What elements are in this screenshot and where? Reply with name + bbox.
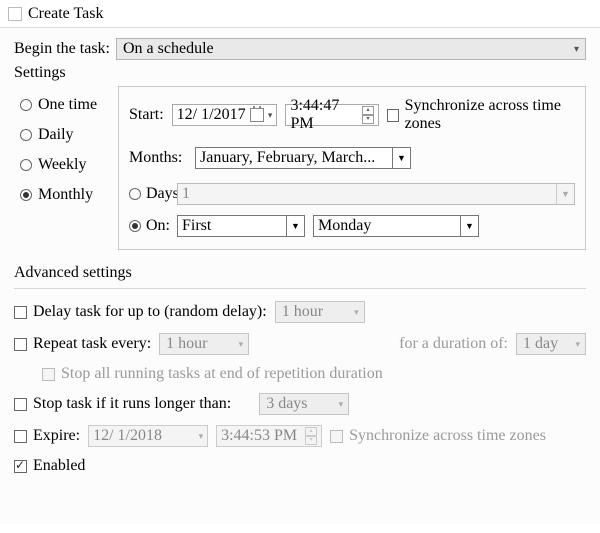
days-row: Days: 1 ▼ [129, 183, 575, 205]
begin-task-row: Begin the task: On a schedule [14, 38, 586, 60]
advanced-title: Advanced settings [14, 264, 586, 282]
expire-sync-checkbox: Synchronize across time zones [330, 427, 546, 445]
stop-if-row: Stop task if it runs longer than: 3 days [14, 393, 586, 415]
radio-days[interactable] [129, 188, 141, 200]
duration-label: for a duration of: [399, 335, 508, 353]
on-dayofweek-select[interactable]: Monday ▼ [313, 215, 479, 237]
expire-time-value: 3:44:53 PM [221, 427, 303, 445]
stop-all-checkbox: Stop all running tasks at end of repetit… [42, 365, 383, 383]
begin-task-label: Begin the task: [14, 40, 110, 58]
settings-title: Settings [14, 64, 586, 82]
app-icon [8, 7, 22, 21]
settings-detail-panel: Start: 12/ 1/2017 ▾ 3:44:47 PM ▴▾ Synchr… [118, 86, 586, 250]
sync-timezones-checkbox[interactable]: Synchronize across time zones [387, 97, 575, 133]
background-title: Create Task [28, 5, 103, 23]
repeat-row: Repeat task every: 1 hour for a duration… [14, 333, 586, 355]
chevron-down-icon: ▼ [556, 184, 574, 204]
radio-one-time[interactable]: One time [20, 96, 106, 114]
delay-checkbox[interactable]: Delay task for up to (random delay): [14, 303, 267, 321]
repeat-value-select: 1 hour [159, 333, 249, 355]
new-trigger-dialog: New Trigger × Begin the task: On a sched… [0, 0, 600, 533]
enabled-checkbox[interactable]: Enabled [14, 457, 85, 475]
time-spinner: ▴▾ [305, 427, 317, 445]
chevron-down-icon: ▾ [199, 431, 204, 442]
start-time-value: 3:44:47 PM [290, 97, 360, 133]
stop-if-checkbox[interactable]: Stop task if it runs longer than: [14, 395, 231, 413]
begin-task-value: On a schedule [123, 40, 214, 58]
start-time-picker[interactable]: 3:44:47 PM ▴▾ [285, 104, 379, 126]
days-on-group: Days: 1 ▼ On: First [129, 183, 575, 237]
days-select: 1 ▼ [177, 183, 575, 205]
radio-monthly[interactable]: Monthly [20, 186, 106, 204]
radio-daily[interactable]: Daily [20, 126, 106, 144]
stop-if-value-select: 3 days [259, 393, 349, 415]
on-dayofweek-value: Monday [318, 217, 371, 235]
months-label: Months: [129, 149, 187, 167]
days-value: 1 [182, 185, 190, 203]
repeat-checkbox[interactable]: Repeat task every: [14, 335, 151, 353]
start-date-value: 12/ 1/2017 [177, 106, 246, 124]
chevron-down-icon: ▼ [392, 148, 410, 168]
months-row: Months: January, February, March... ▼ [129, 147, 575, 169]
stop-all-row: Stop all running tasks at end of repetit… [14, 365, 586, 383]
start-row: Start: 12/ 1/2017 ▾ 3:44:47 PM ▴▾ Synchr… [129, 97, 575, 133]
radio-weekly[interactable]: Weekly [20, 156, 106, 174]
chevron-down-icon: ▼ [286, 216, 304, 236]
months-select[interactable]: January, February, March... ▼ [195, 147, 411, 169]
radio-on[interactable] [129, 220, 141, 232]
calendar-icon [250, 108, 264, 122]
duration-value-select: 1 day [516, 333, 586, 355]
expire-date-value: 12/ 1/2018 [93, 427, 194, 445]
expire-time-picker: 3:44:53 PM ▴▾ [216, 425, 322, 447]
start-label: Start: [129, 106, 164, 124]
time-spinner[interactable]: ▴▾ [362, 106, 374, 124]
months-value: January, February, March... [200, 149, 375, 167]
delay-row: Delay task for up to (random delay): 1 h… [14, 301, 586, 323]
on-label: On: [146, 217, 170, 235]
dialog-body: Begin the task: On a schedule Settings O… [0, 28, 600, 487]
begin-task-select[interactable]: On a schedule [116, 38, 586, 60]
expire-checkbox[interactable]: Expire: [14, 427, 80, 445]
advanced-settings: Delay task for up to (random delay): 1 h… [14, 288, 586, 475]
expire-row: Expire: 12/ 1/2018 ▾ 3:44:53 PM ▴▾ Synch… [14, 425, 586, 447]
on-ordinal-value: First [182, 217, 211, 235]
chevron-down-icon: ▾ [268, 110, 273, 121]
background-titlebar: Create Task [0, 0, 600, 28]
on-ordinal-select[interactable]: First ▼ [177, 215, 305, 237]
enabled-row: Enabled [14, 457, 586, 475]
delay-value-select: 1 hour [275, 301, 365, 323]
schedule-type-group: One time Daily Weekly Monthly [14, 86, 110, 250]
expire-date-picker: 12/ 1/2018 ▾ [88, 425, 208, 447]
chevron-down-icon: ▼ [460, 216, 478, 236]
on-row: On: First ▼ Monday ▼ [129, 215, 575, 237]
start-date-picker[interactable]: 12/ 1/2017 ▾ [172, 104, 278, 126]
settings-area: One time Daily Weekly Monthly Start: 12/… [14, 86, 586, 250]
